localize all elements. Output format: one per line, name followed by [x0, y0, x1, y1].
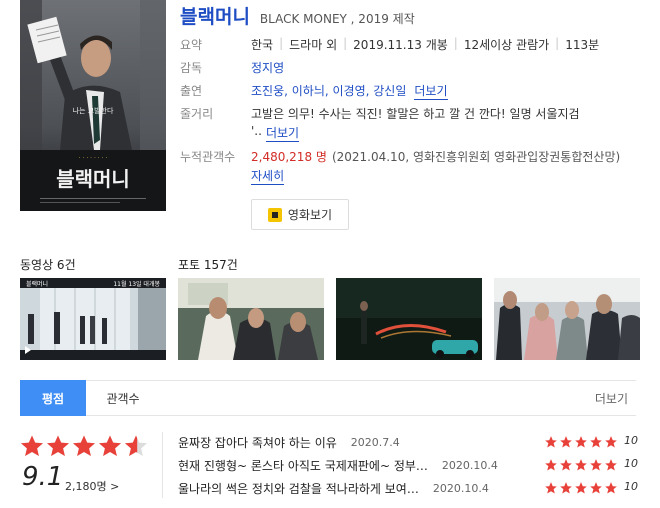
- audience-label: 누적관객수: [180, 150, 236, 164]
- review-stars: [544, 458, 618, 472]
- review-text[interactable]: 현재 진행형~ 론스타 아직도 국제재판에~ 정부…: [178, 457, 428, 474]
- audience-row: 누적관객수 2,480,218 명 (2021.04.10, 영화진흥위원회 영…: [180, 148, 620, 165]
- divider: [162, 432, 163, 498]
- audience-detail-link[interactable]: 자세히: [251, 167, 285, 185]
- director-row: 감독 정지영: [180, 59, 284, 76]
- age-rating: 12세이상 관람가: [463, 38, 550, 52]
- star-icon: [605, 436, 617, 448]
- audience-count: 2,480,218 명: [251, 150, 327, 164]
- rating-stars: [20, 434, 148, 458]
- star-icon: [575, 482, 587, 494]
- director-link[interactable]: 정지영: [251, 59, 284, 76]
- star-icon: [575, 436, 587, 448]
- review-score: 10: [624, 457, 638, 470]
- photos-section-link[interactable]: 포토 157건: [178, 256, 238, 273]
- video-thumb-caption: 블랙머니: [26, 280, 48, 288]
- star-icon: [590, 482, 602, 494]
- audience-detail-row: 자세히: [251, 167, 285, 185]
- tabs-more-link[interactable]: 더보기: [595, 381, 628, 415]
- watch-movie-button[interactable]: 영화보기: [251, 199, 349, 230]
- runtime: 113분: [565, 38, 600, 52]
- country: 한국: [251, 38, 274, 52]
- tab-rating[interactable]: 평점: [20, 380, 86, 416]
- photo-thumbnail-2[interactable]: [336, 278, 482, 360]
- star-icon: [125, 435, 147, 456]
- movie-title[interactable]: 블랙머니: [180, 2, 250, 29]
- cast-more-link[interactable]: 더보기: [414, 82, 448, 100]
- plot-text-2: '..: [251, 124, 262, 138]
- watch-movie-label: 영화보기: [287, 208, 333, 222]
- review-date: 2020.10.4: [441, 458, 498, 472]
- divider: |: [279, 36, 284, 50]
- poster-title: 블랙머니: [56, 167, 130, 191]
- movie-subtitle: BLACK MONEY , 2019 제작: [259, 12, 415, 26]
- tab-audience[interactable]: 관객수: [86, 380, 160, 416]
- star-icon: [590, 436, 602, 448]
- director-label: 감독: [180, 61, 203, 75]
- review-date: 2020.10.4: [432, 481, 489, 495]
- rating-tabs: 평점 관객수 더보기: [20, 380, 636, 416]
- plot-more-link[interactable]: 더보기: [265, 124, 300, 142]
- star-icon: [73, 435, 95, 456]
- review-date: 2020.7.4: [350, 435, 400, 449]
- divider: |: [343, 36, 348, 50]
- video-thumbnail[interactable]: 블랙머니 11월 13일 대개봉: [20, 278, 166, 360]
- star-icon: [575, 459, 587, 471]
- star-icon: [590, 459, 602, 471]
- movie-poster[interactable]: 나는 고발한다 · · · · · · · · 블랙머니: [20, 0, 166, 211]
- star-icon: [560, 459, 572, 471]
- cast-label: 출연: [180, 84, 203, 98]
- review-row[interactable]: 현재 진행형~ 론스타 아직도 국제재판에~ 정부… 2020.10.4 10: [178, 457, 638, 473]
- summary-row: 요약 한국 | 드라마 외 | 2019.11.13 개봉 | 12세이상 관람…: [180, 36, 599, 53]
- star-icon: [99, 435, 121, 456]
- svg-text:· · · · · · · ·: · · · · · · · ·: [79, 155, 108, 162]
- release-date: 2019.11.13 개봉: [353, 38, 448, 52]
- plot-row-2: '.. 더보기: [251, 124, 300, 142]
- cast-links[interactable]: 조진웅, 이하늬, 이경영, 강신일: [251, 82, 406, 100]
- videos-section-link[interactable]: 동영상 6건: [20, 256, 76, 273]
- star-icon: [560, 436, 572, 448]
- review-score: 10: [624, 434, 638, 447]
- star-icon: [545, 436, 557, 448]
- photo-thumbnail-1[interactable]: [178, 278, 324, 360]
- plot-label: 줄거리: [180, 107, 214, 121]
- star-icon: [545, 459, 557, 471]
- title-row: 블랙머니 BLACK MONEY , 2019 제작: [180, 2, 415, 28]
- divider: |: [555, 36, 560, 50]
- review-text[interactable]: 울나라의 썩은 정치와 검찰을 적나라하게 보여…: [178, 480, 419, 497]
- star-icon: [47, 435, 69, 456]
- review-score: 10: [624, 480, 638, 493]
- audience-source: (2021.04.10, 영화진흥위원회 영화관입장권통합전산망): [331, 150, 621, 164]
- video-thumb-date: 11월 13일 대개봉: [113, 280, 160, 288]
- rating-score: 9.1: [22, 462, 64, 492]
- divider: |: [453, 36, 458, 50]
- plot-row: 줄거리 고발은 의무! 수사는 직진! 할말은 하고 깔 건 깐다! 일명 서울…: [180, 105, 580, 122]
- review-stars: [544, 435, 618, 449]
- star-icon: [545, 482, 557, 494]
- star-icon: [605, 459, 617, 471]
- review-row[interactable]: 울나라의 썩은 정치와 검찰을 적나라하게 보여… 2020.10.4 10: [178, 480, 638, 496]
- poster-tagline: 나는 고발한다: [73, 106, 114, 115]
- cast-row: 출연 조진웅, 이하늬, 이경영, 강신일 더보기: [180, 82, 448, 100]
- star-icon: [560, 482, 572, 494]
- review-text[interactable]: 윤짜장 잡아다 족쳐야 하는 이유: [178, 434, 337, 451]
- review-row[interactable]: 윤짜장 잡아다 족쳐야 하는 이유 2020.7.4 10: [178, 434, 638, 450]
- plot-text: 고발은 의무! 수사는 직진! 할말은 하고 깔 건 깐다! 일명 서울지검: [251, 107, 580, 121]
- rating-votes-link[interactable]: 2,180명 >: [65, 478, 119, 494]
- summary-label: 요약: [180, 38, 203, 52]
- genre: 드라마 외: [289, 38, 338, 52]
- photo-thumbnail-3[interactable]: [494, 278, 640, 360]
- star-icon: [21, 435, 43, 456]
- review-stars: [544, 481, 618, 495]
- star-icon: [605, 482, 617, 494]
- play-logo-icon: [267, 207, 282, 222]
